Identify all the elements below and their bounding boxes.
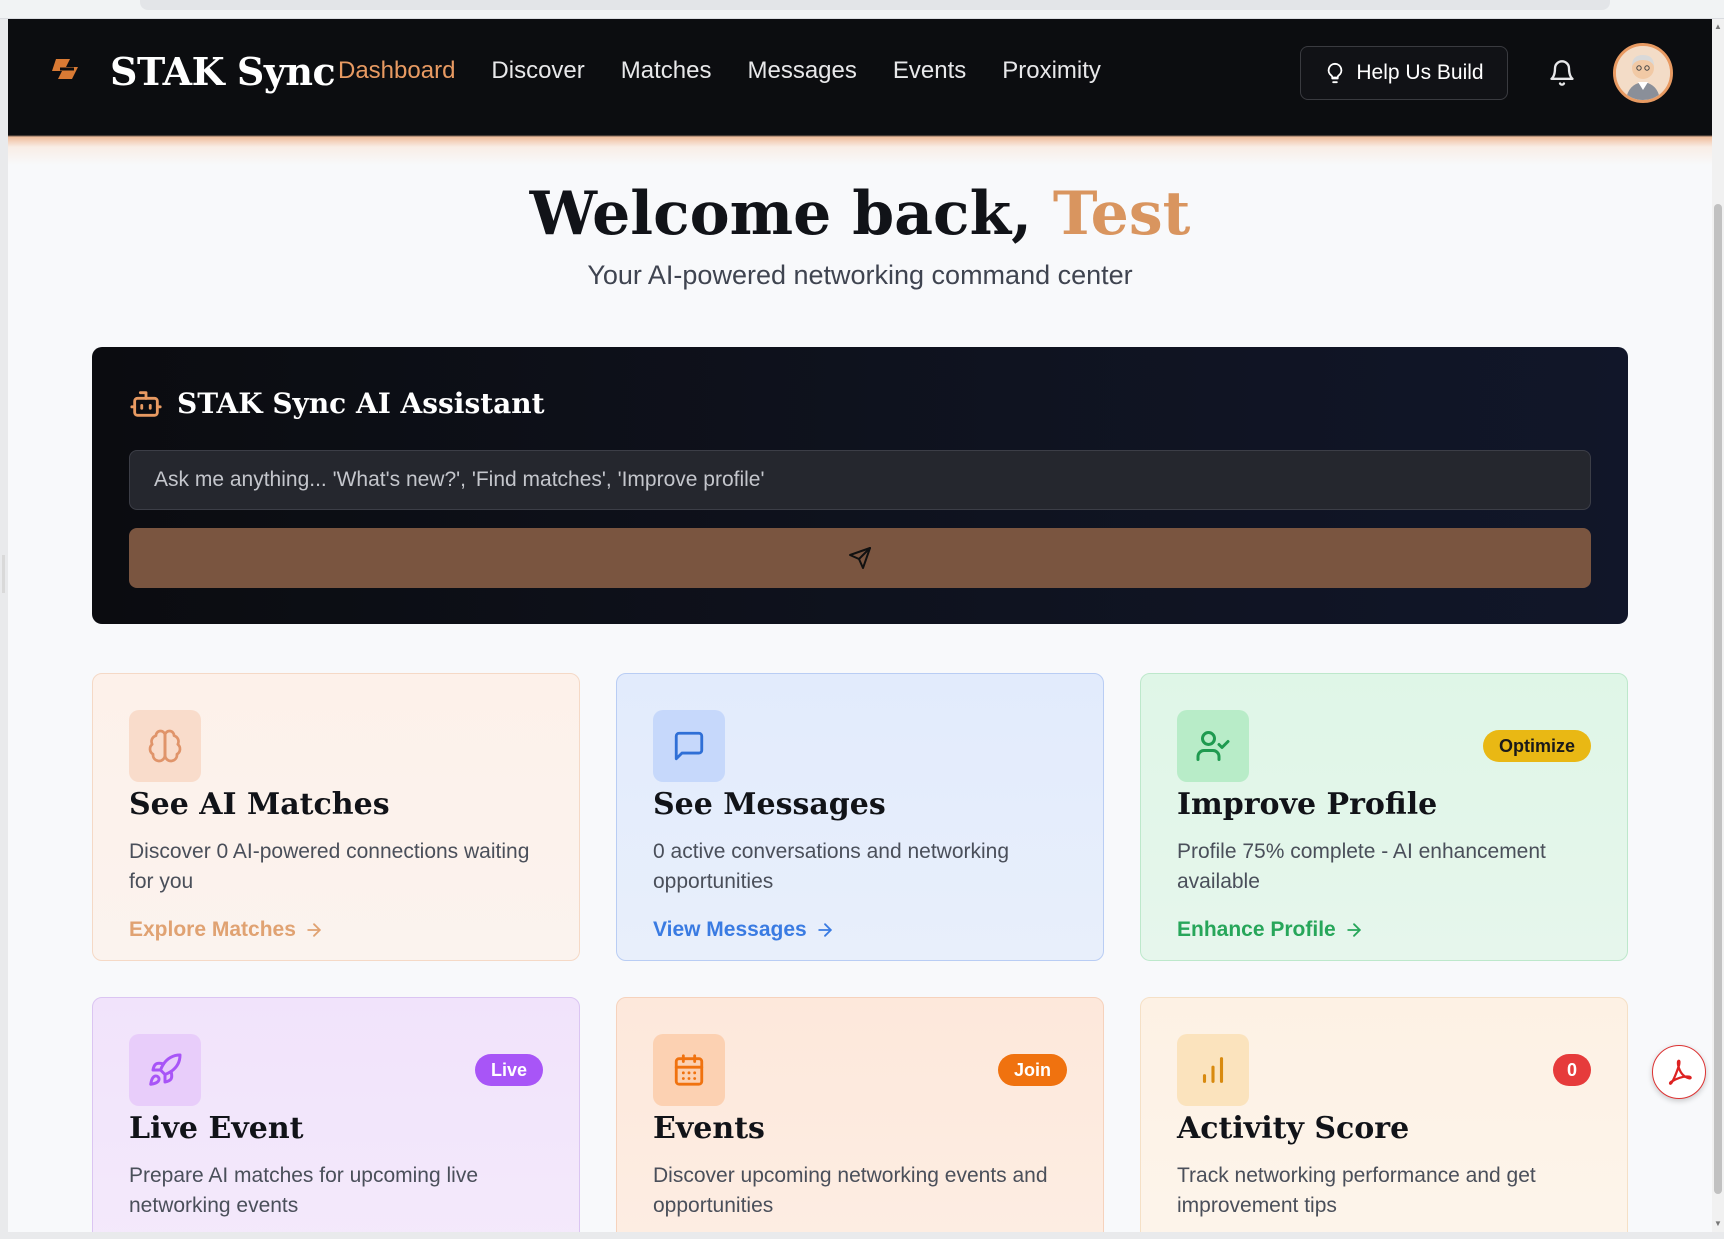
pdf-tool-button[interactable] <box>1652 1045 1706 1099</box>
card-events[interactable]: Join Events Discover upcoming networking… <box>616 997 1104 1232</box>
scroll-down-arrow-icon[interactable]: ▼ <box>1714 1220 1722 1228</box>
page-scrollbar[interactable]: ▲ ▼ <box>1712 19 1724 1232</box>
card-icon-box <box>1177 710 1249 782</box>
help-button-label: Help Us Build <box>1356 61 1484 84</box>
acrobat-pdf-icon <box>1668 1059 1692 1085</box>
page-viewport: STAK Sync Dashboard Discover Matches Mes… <box>8 19 1712 1232</box>
card-title: Activity Score <box>1177 1111 1410 1146</box>
card-icon-box <box>1177 1034 1249 1106</box>
nav-accent-glow <box>8 127 1712 165</box>
arrow-right-icon <box>307 923 321 937</box>
bar-chart-icon <box>1202 1057 1224 1083</box>
bot-icon <box>130 391 162 417</box>
welcome-greeting: Welcome back, <box>529 179 1033 249</box>
user-avatar[interactable] <box>1613 43 1673 103</box>
assistant-title: STAK Sync AI Assistant <box>177 387 545 420</box>
nav-link-events[interactable]: Events <box>893 57 966 85</box>
card-description: Prepare AI matches for upcoming live net… <box>129 1164 479 1217</box>
welcome-user-name: Test <box>1052 179 1191 249</box>
ai-assistant-panel: STAK Sync AI Assistant <box>92 347 1628 624</box>
stak-logo-icon[interactable] <box>48 51 88 91</box>
message-square-icon <box>674 731 704 761</box>
card-icon-box <box>129 710 201 782</box>
window-resize-handle[interactable] <box>2 555 5 593</box>
card-description: 0 active conversations and networking op… <box>653 840 1010 893</box>
card-activity-score[interactable]: 0 Activity Score Track networking perfor… <box>1140 997 1628 1232</box>
card-title: See AI Matches <box>129 787 390 822</box>
help-us-build-button[interactable]: Help Us Build <box>1300 46 1508 100</box>
assistant-query-input[interactable] <box>129 450 1591 510</box>
card-description: Discover 0 AI-powered connections waitin… <box>129 840 530 893</box>
browser-toolbar <box>0 0 1724 19</box>
brain-icon <box>148 729 182 763</box>
nav-links: Dashboard Discover Matches Messages Even… <box>338 57 1137 85</box>
brand-name[interactable]: STAK Sync <box>110 49 336 94</box>
scroll-up-arrow-icon[interactable]: ▲ <box>1714 23 1722 31</box>
card-link-label: Explore Matches <box>129 918 296 941</box>
card-description: Discover upcoming networking events and … <box>653 1164 1048 1217</box>
card-icon-box <box>129 1034 201 1106</box>
card-messages[interactable]: See Messages 0 active conversations and … <box>616 673 1104 961</box>
card-title: Improve Profile <box>1177 787 1438 822</box>
enhance-profile-link[interactable]: Enhance Profile <box>1177 918 1364 942</box>
calendar-icon <box>674 1054 704 1086</box>
rocket-icon <box>149 1053 182 1086</box>
nav-link-proximity[interactable]: Proximity <box>1002 57 1101 85</box>
live-badge: Live <box>474 1054 543 1086</box>
avatar-portrait-icon <box>1616 46 1670 100</box>
welcome-subtitle: Your AI-powered networking command cente… <box>587 260 1133 290</box>
activity-score-badge: 0 <box>1552 1054 1591 1086</box>
card-link-label: Enhance Profile <box>1177 918 1336 941</box>
nav-link-dashboard[interactable]: Dashboard <box>338 57 455 85</box>
card-title: Live Event <box>129 1111 304 1146</box>
arrow-right-icon <box>1346 923 1361 937</box>
card-description: Track networking performance and get imp… <box>1177 1164 1536 1217</box>
address-bar[interactable] <box>140 0 1610 10</box>
card-title: Events <box>653 1111 765 1146</box>
card-icon-box <box>653 710 725 782</box>
card-title: See Messages <box>653 787 886 822</box>
card-icon-box <box>653 1034 725 1106</box>
card-description: Profile 75% complete - AI enhancement av… <box>1177 840 1546 893</box>
assistant-send-button[interactable] <box>129 528 1591 588</box>
send-icon <box>849 547 871 569</box>
nav-link-messages[interactable]: Messages <box>747 57 856 85</box>
nav-link-discover[interactable]: Discover <box>491 57 584 85</box>
card-ai-matches[interactable]: See AI Matches Discover 0 AI-powered con… <box>92 673 580 961</box>
join-badge: Join <box>997 1054 1067 1086</box>
nav-link-matches[interactable]: Matches <box>621 57 712 85</box>
lightbulb-icon <box>1328 62 1343 84</box>
explore-matches-link[interactable]: Explore Matches <box>129 918 324 942</box>
optimize-badge: Optimize <box>1482 730 1591 762</box>
top-navbar: STAK Sync Dashboard Discover Matches Mes… <box>8 19 1712 127</box>
view-messages-link[interactable]: View Messages <box>653 918 835 942</box>
welcome-heading: Welcome back, Test <box>8 179 1712 249</box>
scrollbar-thumb[interactable] <box>1714 204 1722 1194</box>
user-check-icon <box>1196 731 1230 761</box>
card-improve-profile[interactable]: Optimize Improve Profile Profile 75% com… <box>1140 673 1628 961</box>
arrow-right-icon <box>817 923 832 937</box>
bell-icon[interactable] <box>1548 59 1576 87</box>
card-live-event[interactable]: Live Live Event Prepare AI matches for u… <box>92 997 580 1232</box>
card-link-label: View Messages <box>653 918 807 941</box>
